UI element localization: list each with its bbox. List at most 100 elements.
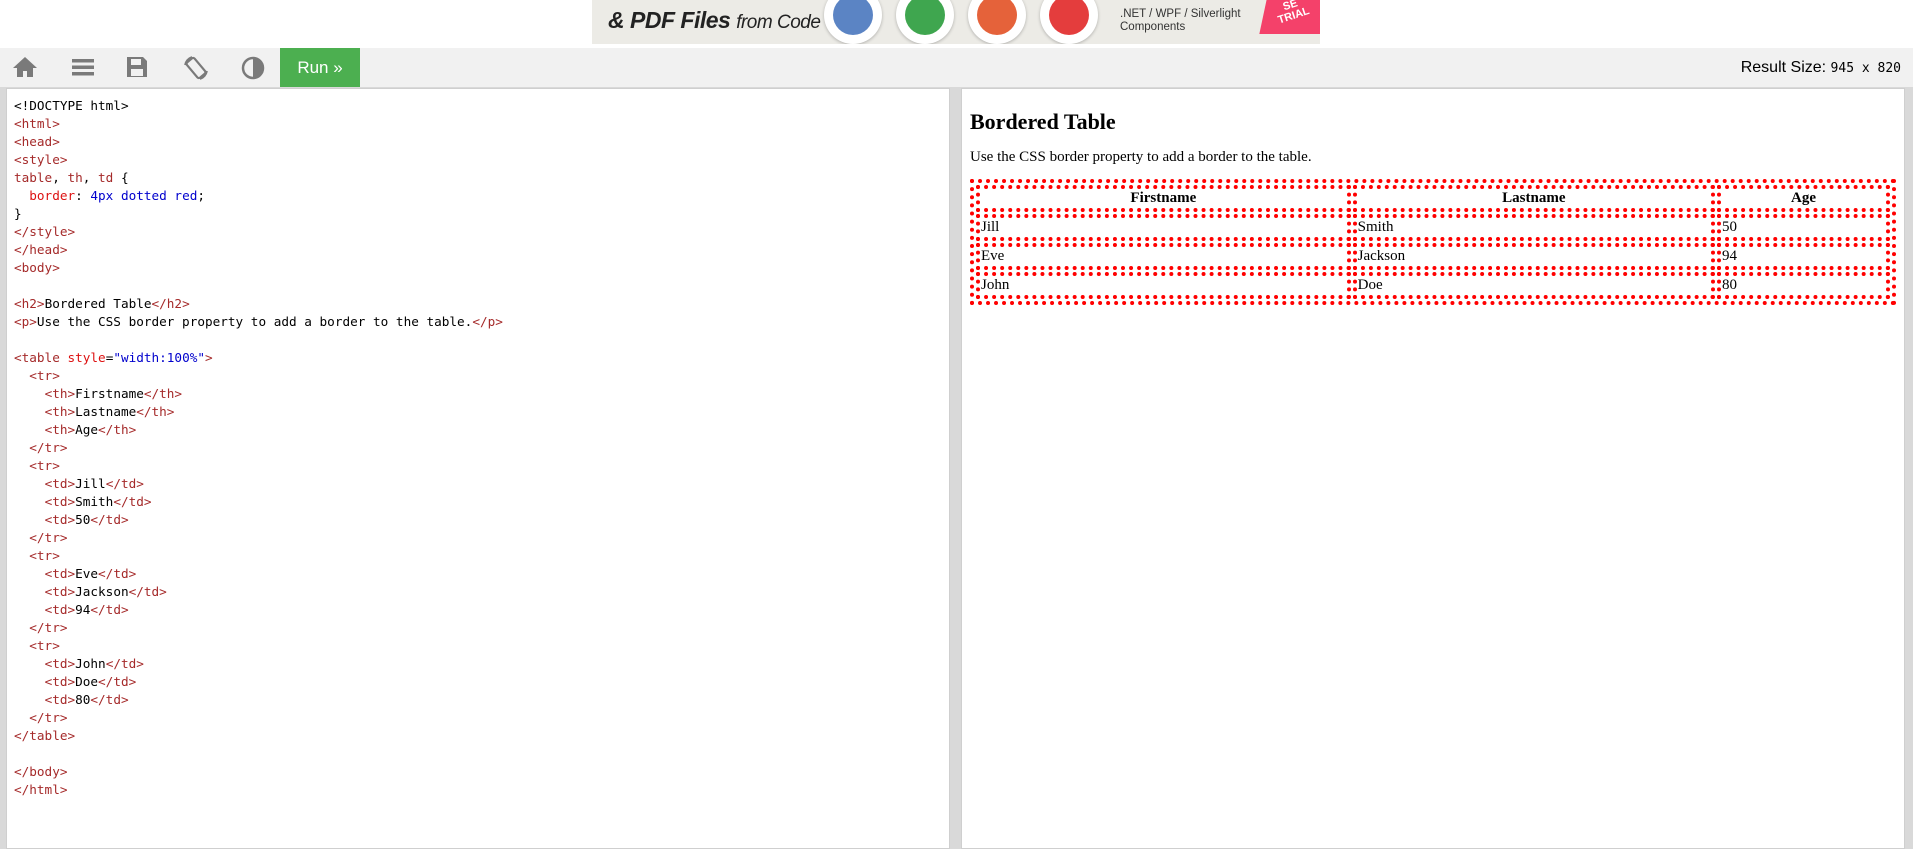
code-line: </tr> bbox=[14, 529, 949, 547]
code-token: </body> bbox=[14, 764, 68, 779]
code-token: <td> bbox=[44, 512, 76, 527]
code-token: <th> bbox=[44, 404, 76, 419]
code-editor[interactable]: <!DOCTYPE html> <html> <head> <style> table,… bbox=[6, 88, 950, 849]
spreadsheet-product-icon bbox=[896, 0, 954, 44]
code-line: ​ bbox=[14, 331, 949, 349]
code-token: </th> bbox=[143, 386, 183, 401]
code-line: <th>Firstname</th> bbox=[14, 385, 949, 403]
code-token: John bbox=[75, 656, 106, 671]
code-line: <html> bbox=[14, 115, 949, 133]
result-paragraph: Use the CSS border property to add a bor… bbox=[970, 149, 1312, 165]
code-token: border bbox=[29, 188, 76, 203]
code-line: <tr> bbox=[14, 547, 949, 565]
code-token: <html> bbox=[14, 116, 60, 131]
result-size-value: 945 x 820 bbox=[1830, 61, 1901, 76]
code-token: </td> bbox=[98, 674, 137, 689]
code-line: <tr> bbox=[14, 637, 949, 655]
table-row: Jill Smith 50 bbox=[976, 214, 1890, 241]
code-line: <tr> bbox=[14, 457, 949, 475]
code-token: <td> bbox=[44, 674, 76, 689]
ad-headline-main: & PDF Files bbox=[608, 7, 731, 33]
table-row: Eve Jackson 94 bbox=[976, 243, 1890, 270]
table-cell: 94 bbox=[1717, 243, 1890, 270]
code-token: , bbox=[82, 170, 99, 185]
home-icon[interactable] bbox=[0, 48, 48, 87]
table-header-cell: Lastname bbox=[1352, 185, 1716, 212]
code-line: <th>Lastname</th> bbox=[14, 403, 949, 421]
code-line: <style> bbox=[14, 151, 949, 169]
code-token: </td> bbox=[113, 494, 152, 509]
code-token: { bbox=[113, 170, 129, 185]
code-token: Bordered Table bbox=[44, 296, 152, 311]
code-line: } bbox=[14, 205, 949, 223]
code-line: </tr> bbox=[14, 439, 949, 457]
code-token: </td> bbox=[90, 602, 129, 617]
run-button[interactable]: Run » bbox=[280, 48, 360, 87]
contrast-icon[interactable] bbox=[228, 48, 276, 87]
ad-strip: & PDF Files from Code .NET / WPF / Silve… bbox=[0, 0, 1913, 48]
code-token: 50 bbox=[75, 512, 91, 527]
code-token: 94 bbox=[75, 602, 91, 617]
code-token: <body> bbox=[14, 260, 60, 275]
table-cell: Smith bbox=[1352, 214, 1716, 241]
code-token: </table> bbox=[14, 728, 76, 743]
code-token: <tr> bbox=[29, 548, 60, 563]
code-line: <td>Smith</td> bbox=[14, 493, 949, 511]
code-line: <td>94</td> bbox=[14, 601, 949, 619]
code-line: ​ bbox=[14, 277, 949, 295]
result-frame[interactable]: Bordered Table Use the CSS border proper… bbox=[961, 88, 1905, 849]
code-line: <th>Age</th> bbox=[14, 421, 949, 439]
document-product-icon bbox=[824, 0, 882, 44]
table-cell: John bbox=[976, 272, 1351, 299]
code-token: } bbox=[14, 206, 22, 221]
menu-icon[interactable] bbox=[58, 48, 106, 87]
code-token: <h2> bbox=[14, 296, 45, 311]
code-token: </th> bbox=[98, 422, 137, 437]
code-token: Jill bbox=[75, 476, 106, 491]
code-token: <td> bbox=[44, 494, 76, 509]
result-heading: Bordered Table bbox=[970, 109, 1116, 134]
save-icon[interactable] bbox=[112, 48, 160, 87]
ad-banner[interactable]: & PDF Files from Code .NET / WPF / Silve… bbox=[592, 0, 1320, 44]
table-cell: 50 bbox=[1717, 214, 1890, 241]
code-line: <table style="width:100%"> bbox=[14, 349, 949, 367]
rotate-icon[interactable] bbox=[170, 48, 218, 87]
table-cell: Eve bbox=[976, 243, 1351, 270]
code-line: <td>80</td> bbox=[14, 691, 949, 709]
code-token: td bbox=[98, 170, 114, 185]
code-line: <td>Jackson</td> bbox=[14, 583, 949, 601]
code-token: Use the CSS border property to add a bor… bbox=[36, 314, 473, 329]
table-header-cell: Firstname bbox=[976, 185, 1351, 212]
code-token: Age bbox=[75, 422, 99, 437]
code-token: Lastname bbox=[75, 404, 137, 419]
code-token: 4px dotted red bbox=[90, 188, 198, 203]
code-token: <table bbox=[14, 350, 60, 365]
code-token: Doe bbox=[75, 674, 99, 689]
code-token: table bbox=[14, 170, 53, 185]
code-token: </tr> bbox=[29, 620, 68, 635]
code-line: <body> bbox=[14, 259, 949, 277]
code-token: </tr> bbox=[29, 440, 68, 455]
code-token: </td> bbox=[90, 512, 129, 527]
code-editor-text[interactable]: <!DOCTYPE html> <html> <head> <style> table,… bbox=[7, 89, 949, 799]
code-token: </head> bbox=[14, 242, 68, 257]
code-token: th bbox=[67, 170, 83, 185]
code-line: </tr> bbox=[14, 709, 949, 727]
code-token: </td> bbox=[105, 656, 144, 671]
code-token: <td> bbox=[44, 584, 76, 599]
code-line: <td>Eve</td> bbox=[14, 565, 949, 583]
code-token: <td> bbox=[44, 656, 76, 671]
chart-product-icon bbox=[968, 0, 1026, 44]
result-document: Bordered Table Use the CSS border proper… bbox=[962, 109, 1904, 305]
code-token: </html> bbox=[14, 782, 68, 797]
